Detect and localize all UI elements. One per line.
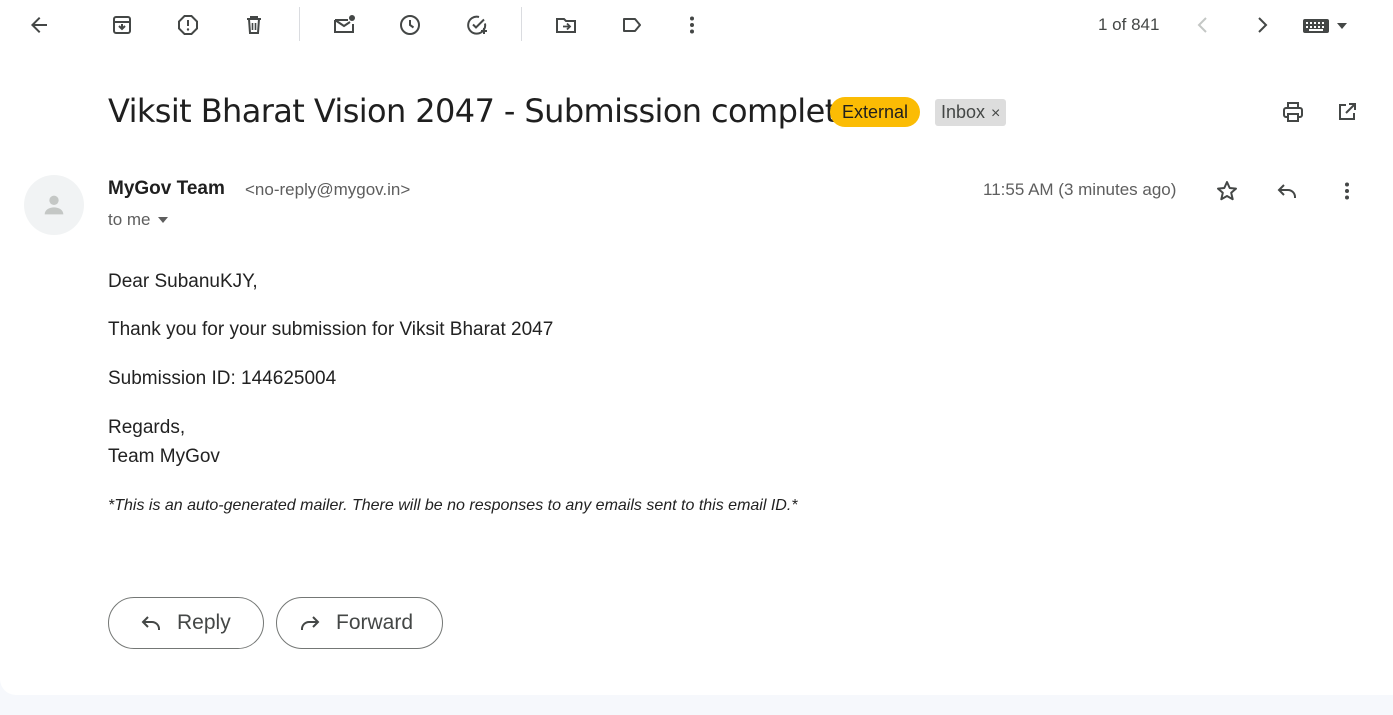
delete-icon [247, 16, 261, 34]
newer-button[interactable] [1183, 5, 1223, 45]
reply-icon [1277, 184, 1296, 198]
sender-name[interactable]: MyGov Team [108, 178, 225, 200]
message-time: 11:55 AM (3 minutes ago) [983, 180, 1177, 199]
back-arrow-icon [31, 17, 47, 33]
email-subject: Viksit Bharat Vision 2047 - Submission c… [108, 92, 856, 130]
new-window-button[interactable] [1327, 92, 1367, 132]
sender-avatar[interactable] [24, 175, 84, 235]
delete-button[interactable] [234, 5, 274, 45]
snooze-button[interactable] [390, 5, 430, 45]
inbox-label-text: Inbox [941, 102, 986, 122]
add-to-tasks-button[interactable] [457, 5, 497, 45]
recipient-text: to me [108, 210, 151, 229]
reply-icon-button[interactable] [1267, 171, 1307, 211]
remove-label-button[interactable]: × [991, 105, 1000, 122]
archive-button[interactable] [102, 5, 142, 45]
reply-icon [141, 616, 160, 630]
snooze-icon [400, 15, 420, 35]
sender-email: <no-reply@mygov.in> [245, 180, 411, 199]
print-all-button[interactable] [1273, 92, 1313, 132]
label-button[interactable] [612, 5, 652, 45]
forward-button[interactable]: Forward [276, 597, 443, 649]
auto-generated-note: *This is an auto-generated mailer. There… [108, 497, 798, 514]
label-icon [623, 18, 641, 32]
open-in-new-icon [1339, 103, 1356, 120]
back-button[interactable] [19, 5, 59, 45]
toolbar-divider [521, 7, 522, 41]
message-panel: 1 of 841 Viksit Bharat Vision 2047 - Sub… [0, 0, 1393, 695]
caret-down-icon [157, 217, 168, 223]
more-vert-icon [690, 16, 694, 34]
mark-unread-icon [334, 15, 355, 33]
keyboard-icon [1303, 19, 1329, 33]
recipient-details[interactable]: to me [108, 210, 169, 230]
move-to-button[interactable] [546, 5, 586, 45]
message-more-button[interactable] [1327, 171, 1367, 211]
star-icon [1217, 181, 1237, 201]
reply-button-label: Reply [177, 611, 231, 634]
move-to-icon [556, 18, 576, 33]
star-button[interactable] [1207, 171, 1247, 211]
person-icon [44, 195, 64, 215]
mark-unread-button[interactable] [324, 5, 364, 45]
body-signature: Team MyGov [108, 446, 220, 467]
chevron-left-icon [1197, 17, 1207, 33]
caret-down-icon [1337, 23, 1347, 29]
body-regards: Regards, [108, 417, 186, 438]
external-label: External [830, 97, 921, 127]
forward-button-label: Forward [336, 611, 414, 634]
message-counter: 1 of 841 [1098, 15, 1160, 34]
body-greeting: Dear SubanuKJY, [108, 271, 258, 292]
reply-button[interactable]: Reply [108, 597, 264, 649]
print-icon [1283, 102, 1303, 122]
add-to-tasks-icon [467, 15, 487, 35]
archive-icon [113, 16, 131, 34]
chevron-right-icon [1258, 17, 1268, 33]
forward-icon [301, 616, 320, 630]
more-vert-icon [1345, 182, 1349, 200]
toolbar-divider [299, 7, 300, 41]
more-options-button[interactable] [672, 5, 712, 45]
older-button[interactable] [1242, 5, 1282, 45]
body-submission-id: Submission ID: 144625004 [108, 368, 337, 389]
report-spam-icon [178, 15, 198, 35]
report-spam-button[interactable] [168, 5, 208, 45]
inbox-label: Inbox × [935, 99, 1007, 126]
body-line-1: Thank you for your submission for Viksit… [108, 319, 554, 340]
input-tools-button[interactable] [1302, 13, 1358, 39]
